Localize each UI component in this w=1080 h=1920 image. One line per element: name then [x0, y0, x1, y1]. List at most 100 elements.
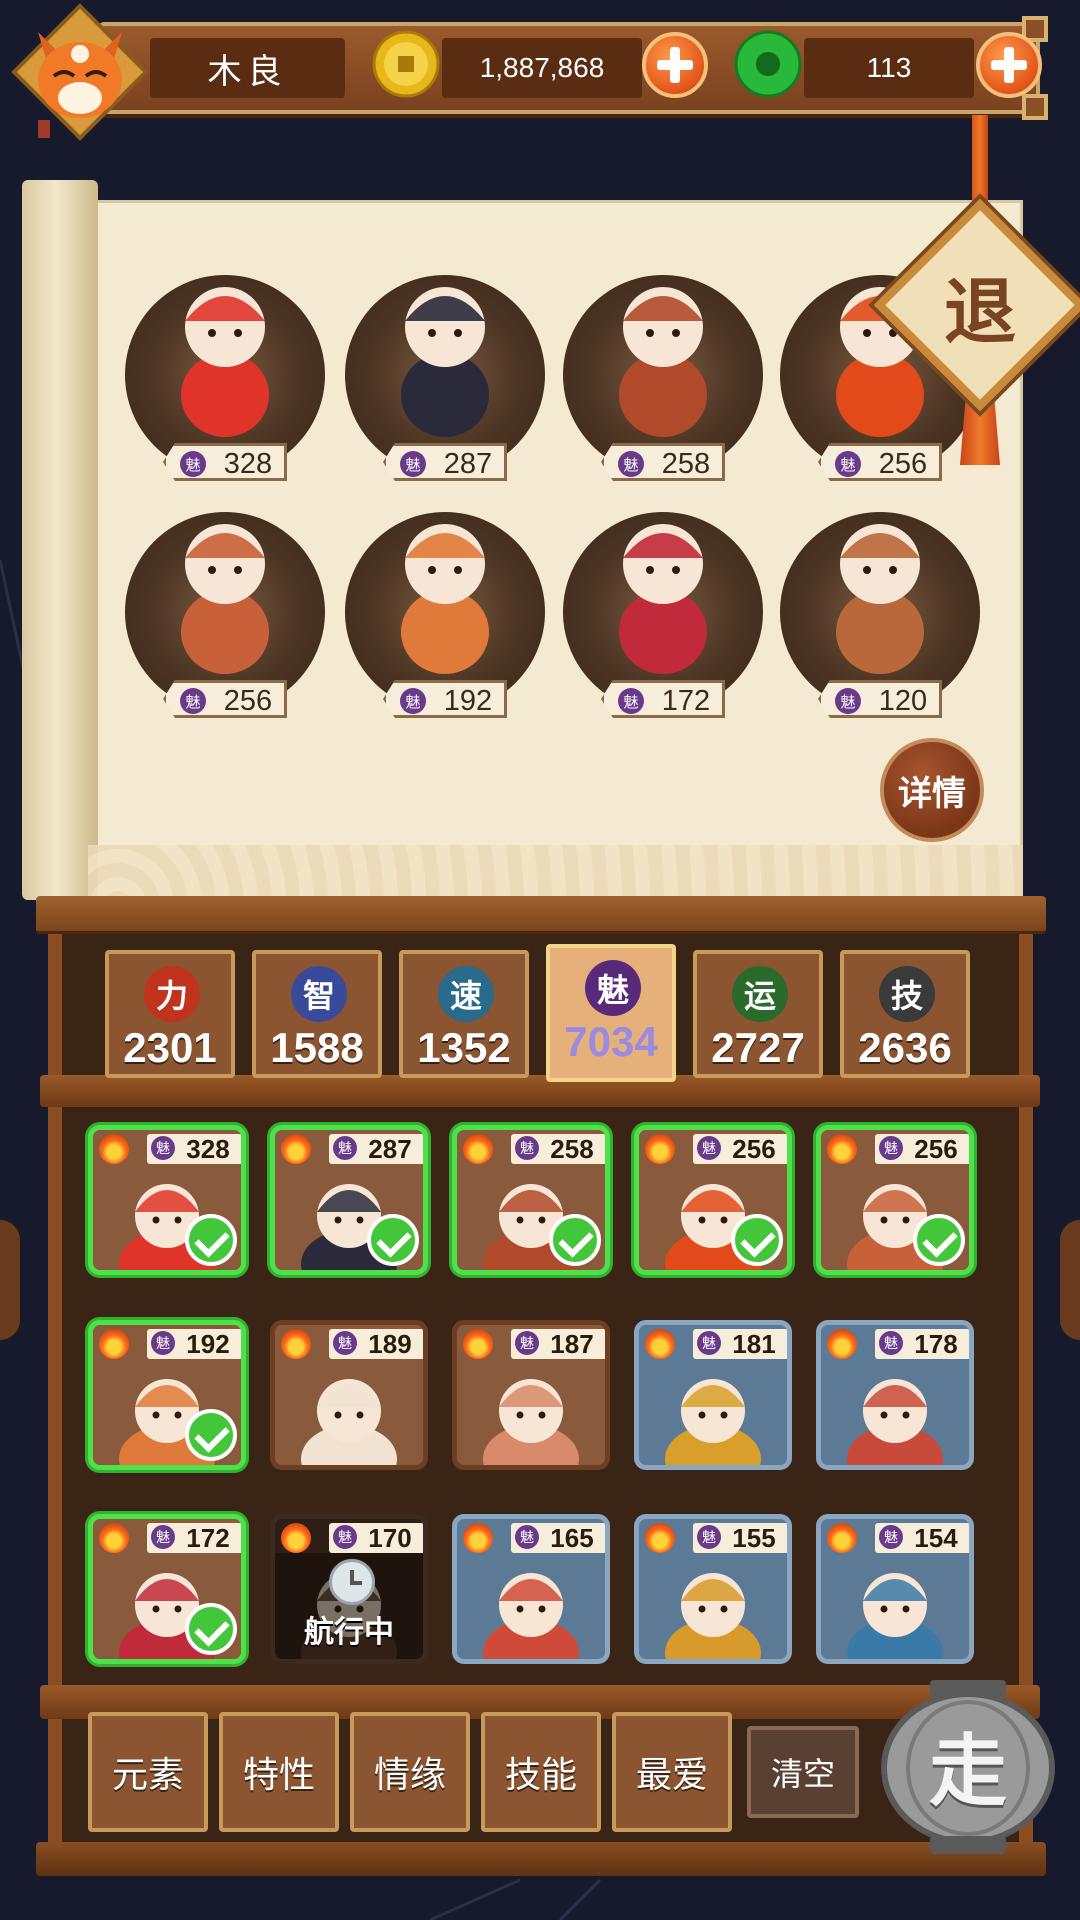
hero-card[interactable]: 魅 192	[88, 1320, 246, 1470]
filter-button[interactable]: 特性	[219, 1712, 339, 1832]
hero-card[interactable]: 魅 178	[816, 1320, 974, 1470]
hero-card[interactable]: 魅 189	[270, 1320, 428, 1470]
lineup-slot[interactable]: 魅 256	[125, 492, 325, 722]
charm-value: 155	[732, 1523, 776, 1553]
charm-stat-tag: 魅 181	[693, 1329, 787, 1359]
filter-button[interactable]: 技能	[481, 1712, 601, 1832]
charm-stat-tag: 魅 155	[693, 1523, 787, 1553]
lineup-slot[interactable]: 魅 287	[345, 255, 545, 485]
hero-portrait-icon	[401, 287, 489, 437]
charm-value: 258	[661, 448, 711, 480]
hero-card[interactable]: 魅 181	[634, 1320, 792, 1470]
add-gold-button[interactable]	[642, 32, 708, 98]
go-button-label[interactable]: 走	[878, 1690, 1058, 1840]
lineup-slot[interactable]: 魅 192	[345, 492, 545, 722]
hero-portrait-icon	[301, 1379, 397, 1465]
charm-value: 256	[914, 1134, 958, 1164]
charm-value: 154	[914, 1523, 958, 1553]
check-icon	[913, 1214, 965, 1266]
charm-value: 328	[223, 448, 273, 480]
charm-value: 192	[186, 1329, 230, 1359]
exit-button-label[interactable]: 退	[905, 230, 1055, 380]
check-icon	[185, 1603, 237, 1655]
charm-stat-tag: 魅 187	[511, 1329, 605, 1359]
attribute-tab[interactable]: 技 2636	[840, 950, 970, 1078]
attribute-icon: 智	[291, 966, 347, 1022]
hero-card[interactable]: 魅 328	[88, 1125, 246, 1275]
hero-portrait-icon	[483, 1379, 579, 1465]
lineup-slot[interactable]: 魅 172	[563, 492, 763, 722]
charm-stat-tag: 魅 256	[163, 680, 287, 718]
charm-value: 178	[914, 1329, 958, 1359]
hero-card[interactable]: 魅 155	[634, 1514, 792, 1664]
clear-button[interactable]: 清空	[747, 1726, 859, 1818]
side-decoration-left	[0, 1220, 20, 1340]
charm-icon: 魅	[400, 688, 426, 714]
lineup-slot[interactable]: 魅 120	[780, 492, 980, 722]
fire-element-icon	[281, 1523, 311, 1553]
charm-value: 192	[443, 685, 493, 717]
charm-icon: 魅	[400, 451, 426, 477]
charm-value: 165	[550, 1523, 594, 1553]
fire-element-icon	[827, 1523, 857, 1553]
charm-icon: 魅	[697, 1331, 721, 1355]
lineup-slot[interactable]: 魅 328	[125, 255, 325, 485]
charm-icon: 魅	[333, 1525, 357, 1549]
charm-icon: 魅	[180, 688, 206, 714]
detail-button[interactable]: 详情	[880, 738, 984, 842]
scroll-wave-pattern	[88, 845, 1023, 900]
lineup-slot[interactable]: 魅 258	[563, 255, 763, 485]
hero-card[interactable]: 魅 256	[816, 1125, 974, 1275]
hero-card[interactable]: 魅 170 航行中	[270, 1514, 428, 1664]
hero-portrait-icon	[401, 524, 489, 674]
charm-stat-tag: 魅 172	[601, 680, 725, 718]
hero-portrait-icon	[619, 287, 707, 437]
fire-element-icon	[463, 1523, 493, 1553]
hero-card[interactable]: 魅 154	[816, 1514, 974, 1664]
charm-icon: 魅	[151, 1331, 175, 1355]
fire-element-icon	[645, 1329, 675, 1359]
charm-stat-tag: 魅 256	[693, 1134, 787, 1164]
player-avatar-fox-icon[interactable]	[10, 2, 150, 142]
hero-portrait-icon	[847, 1573, 943, 1659]
check-icon	[549, 1214, 601, 1266]
corner-ornament	[1022, 94, 1048, 120]
hero-card[interactable]: 魅 187	[452, 1320, 610, 1470]
hero-card[interactable]: 魅 172	[88, 1514, 246, 1664]
fire-element-icon	[463, 1329, 493, 1359]
attribute-tab[interactable]: 运 2727	[693, 950, 823, 1078]
charm-value: 328	[186, 1134, 230, 1164]
attribute-tab[interactable]: 力 2301	[105, 950, 235, 1078]
attribute-tab[interactable]: 魅 7034	[546, 944, 676, 1082]
check-icon	[731, 1214, 783, 1266]
hero-portrait-icon	[181, 287, 269, 437]
charm-value: 256	[732, 1134, 776, 1164]
charm-icon: 魅	[333, 1331, 357, 1355]
filter-button[interactable]: 元素	[88, 1712, 208, 1832]
charm-icon: 魅	[835, 688, 861, 714]
hero-portrait-icon	[836, 524, 924, 674]
charm-icon: 魅	[879, 1331, 903, 1355]
fire-element-icon	[645, 1523, 675, 1553]
hero-card[interactable]: 魅 256	[634, 1125, 792, 1275]
filter-button[interactable]: 情缘	[350, 1712, 470, 1832]
charm-stat-tag: 魅 258	[511, 1134, 605, 1164]
attribute-icon: 魅	[585, 960, 641, 1016]
fire-element-icon	[827, 1134, 857, 1164]
jade-coin-icon	[734, 30, 802, 98]
hero-card[interactable]: 魅 287	[270, 1125, 428, 1275]
charm-value: 287	[443, 448, 493, 480]
hero-card[interactable]: 魅 258	[452, 1125, 610, 1275]
charm-stat-tag: 魅 154	[875, 1523, 969, 1553]
filter-button[interactable]: 最爱	[612, 1712, 732, 1832]
attribute-tab[interactable]: 智 1588	[252, 950, 382, 1078]
charm-icon: 魅	[618, 451, 644, 477]
charm-value: 256	[223, 685, 273, 717]
hero-portrait-icon	[847, 1379, 943, 1465]
attribute-tab[interactable]: 速 1352	[399, 950, 529, 1078]
add-jade-button[interactable]	[976, 32, 1042, 98]
attribute-shelf-rail	[40, 1075, 1040, 1107]
charm-icon: 魅	[879, 1136, 903, 1160]
attribute-icon: 速	[438, 966, 494, 1022]
hero-card[interactable]: 魅 165	[452, 1514, 610, 1664]
